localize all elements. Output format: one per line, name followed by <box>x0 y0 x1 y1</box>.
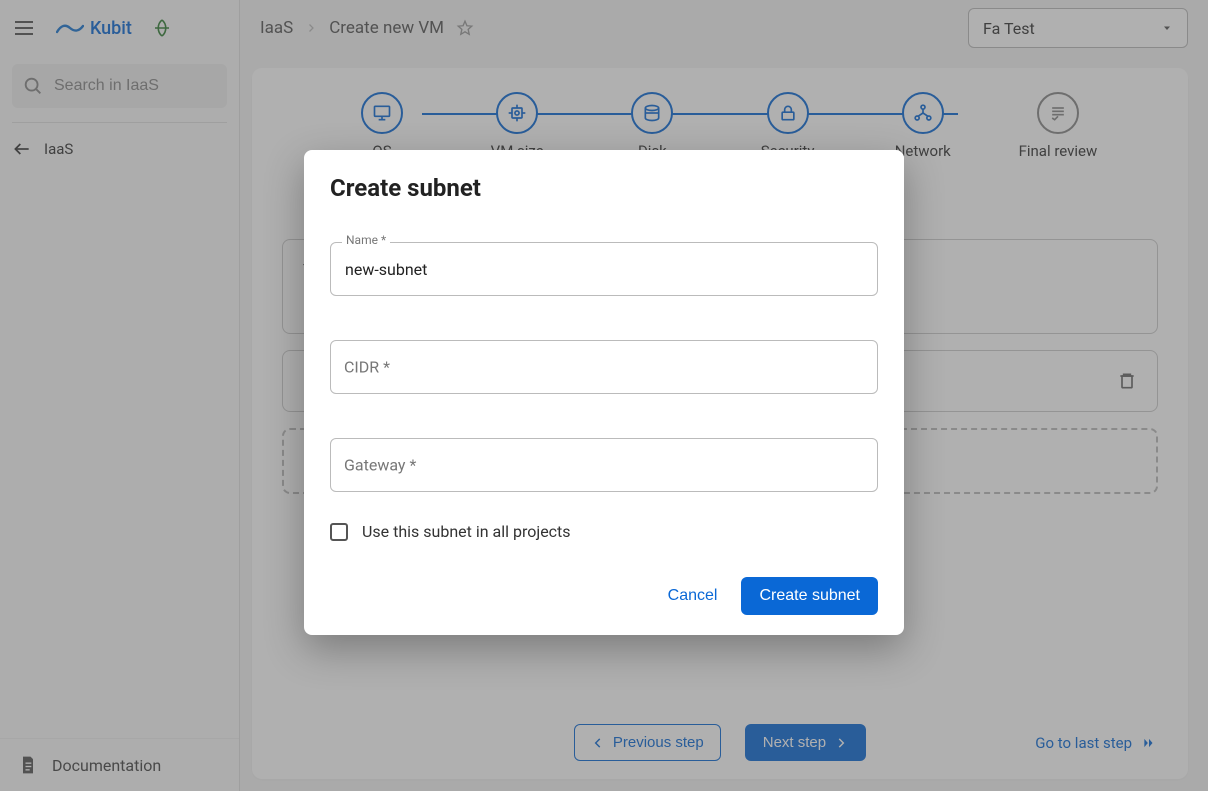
gateway-input[interactable] <box>330 438 878 492</box>
field-cidr: CIDR * <box>330 340 878 394</box>
field-gateway: Gateway * <box>330 438 878 492</box>
create-subnet-modal: Create subnet Name * CIDR * Gateway * Us… <box>304 150 904 635</box>
modal-actions: Cancel Create subnet <box>330 577 878 615</box>
create-subnet-button[interactable]: Create subnet <box>741 577 878 615</box>
name-label: Name * <box>342 233 390 247</box>
checkbox-label: Use this subnet in all projects <box>362 522 571 541</box>
checkbox-icon[interactable] <box>330 523 348 541</box>
modal-title: Create subnet <box>330 174 878 202</box>
name-input[interactable] <box>330 242 878 296</box>
cancel-button[interactable]: Cancel <box>662 579 724 613</box>
modal-overlay[interactable]: Create subnet Name * CIDR * Gateway * Us… <box>0 0 1208 791</box>
use-in-all-projects-row[interactable]: Use this subnet in all projects <box>330 522 878 541</box>
field-name: Name * <box>330 242 878 296</box>
cidr-input[interactable] <box>330 340 878 394</box>
